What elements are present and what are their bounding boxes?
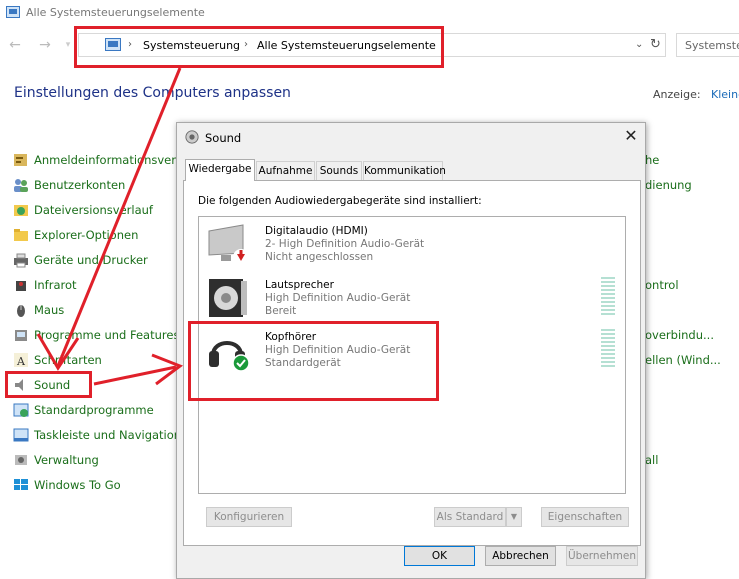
cp-item-right-fragment[interactable]: overbindu... [645,328,714,342]
device-status: Bereit [265,305,297,317]
annotation-highlight-headphones [188,321,439,401]
taskbar-icon [13,428,29,442]
apply-button[interactable]: Übernehmen [566,546,638,566]
page-title: Einstellungen des Computers anpassen [14,85,291,101]
list-item[interactable]: Digitalaudio (HDMI) 2- High Definition A… [199,219,625,271]
monitor-icon [208,224,249,265]
cp-item-infrared[interactable]: Infrarot [13,275,77,295]
chevron-down-icon[interactable]: ⌄ [635,39,643,50]
window-titlebar: Alle Systemsteuerungselemente [0,0,739,26]
window-title: Alle Systemsteuerungselemente [26,6,205,19]
device-name: Lautsprecher [265,279,334,291]
view-label: Anzeige: [653,88,701,101]
chevron-down-icon[interactable]: ▼ [506,507,522,527]
cp-item-right-fragment[interactable]: all [645,453,658,467]
tab-wiedergabe[interactable]: Wiedergabe [185,159,255,181]
credential-icon [14,154,27,166]
mouse-icon [17,305,25,317]
annotation-arrow [93,365,177,386]
back-button[interactable]: ← [6,37,24,53]
cp-item-right-fragment[interactable]: dienung [645,178,692,192]
speaker-icon [185,130,199,144]
infrared-icon [16,281,26,291]
tab-aufnahme[interactable]: Aufnahme [256,161,315,180]
cp-item-windows-to-go[interactable]: Windows To Go [13,475,121,495]
ok-button[interactable]: OK [404,546,475,566]
admin-tools-icon [15,455,27,465]
control-panel-icon [6,6,20,18]
programs-icon [15,330,27,341]
fonts-icon: A [14,353,28,368]
list-item[interactable]: Lautsprecher High Definition Audio-Gerät… [199,273,625,323]
close-icon[interactable]: ✕ [622,127,640,145]
panel-label: Die folgenden Audiowiedergabegeräte sind… [198,195,482,207]
cp-item-right-fragment[interactable]: ellen (Wind... [645,353,721,367]
cp-item-right-fragment[interactable]: he [645,153,659,167]
cp-item-credentials[interactable]: Anmeldeinformationsverw [13,150,185,170]
device-driver: 2- High Definition Audio-Gerät [265,238,425,250]
cp-item-file-history[interactable]: Dateiversionsverlauf [13,200,153,220]
properties-button[interactable]: Eigenschaften [541,507,629,527]
cancel-button[interactable]: Abbrechen [485,546,556,566]
windows-icon [14,479,28,490]
tab-kommunikation[interactable]: Kommunikation [363,161,446,180]
refresh-icon[interactable]: ↻ [650,37,661,52]
set-default-button[interactable]: Als Standard [434,507,506,527]
folder-options-icon [14,229,28,241]
cp-item-user-accounts[interactable]: Benutzerkonten [13,175,125,195]
annotation-highlight-sound [5,371,92,398]
file-history-icon [14,205,28,216]
speaker-icon [209,279,247,317]
forward-button[interactable]: → [36,37,54,53]
cp-item-explorer-options[interactable]: Explorer-Optionen [13,225,138,245]
tab-sounds[interactable]: Sounds [316,161,362,180]
search-input[interactable]: Systemste [676,33,739,57]
cp-item-mouse[interactable]: Maus [13,300,64,320]
users-icon [14,179,28,192]
device-status: Nicht angeschlossen [265,251,374,263]
cp-item-taskbar[interactable]: Taskleiste und Navigation [13,425,181,445]
cp-item-programs-features[interactable]: Programme und Features [13,325,179,345]
cp-item-admin-tools[interactable]: Verwaltung [13,450,99,470]
default-programs-icon [13,403,29,417]
device-driver: High Definition Audio-Gerät [265,292,411,304]
printer-icon [14,253,28,268]
device-name: Digitalaudio (HDMI) [265,225,368,237]
dialog-title: Sound [205,131,242,145]
volume-meter [601,329,615,369]
configure-button[interactable]: Konfigurieren [206,507,292,527]
svg-text:A: A [16,355,26,368]
view-dropdown[interactable]: Kleine [711,88,739,101]
cp-item-devices-printers[interactable]: Geräte und Drucker [13,250,148,270]
cp-item-right-fragment[interactable]: ontrol [645,278,679,292]
annotation-highlight-addressbar [74,26,444,68]
cp-item-fonts[interactable]: A Schriftarten [13,350,102,370]
cp-item-default-programs[interactable]: Standardprogramme [13,400,154,420]
volume-meter [601,277,615,317]
